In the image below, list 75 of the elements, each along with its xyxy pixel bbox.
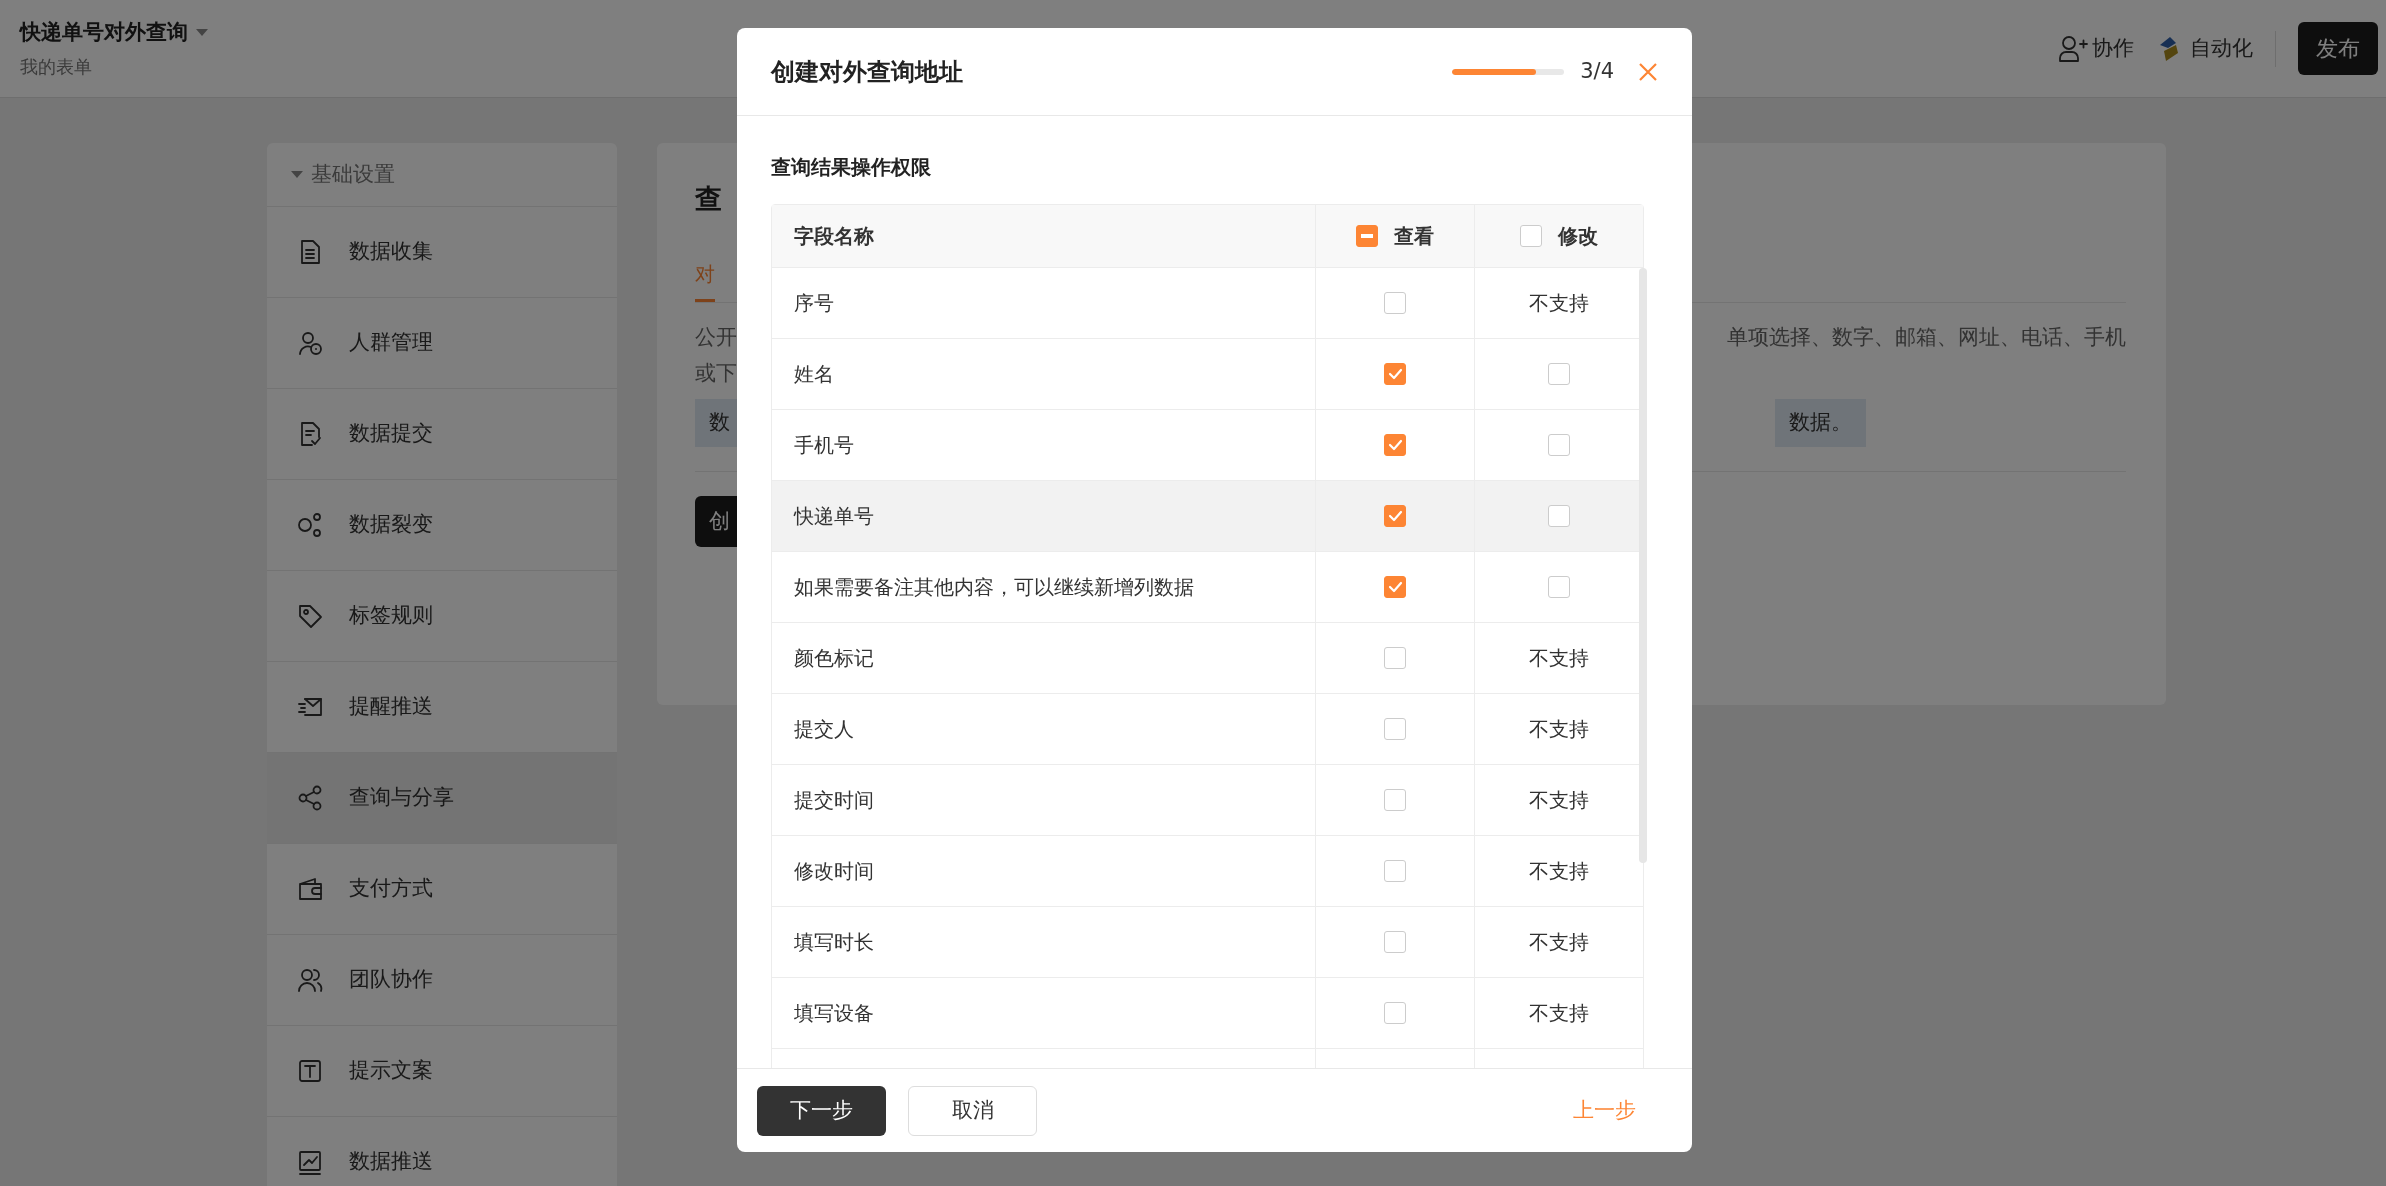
unsupported-label: 不支持 xyxy=(1529,787,1589,814)
checkbox[interactable] xyxy=(1548,576,1570,598)
circles-icon xyxy=(297,512,323,538)
column-header: 查看 xyxy=(1394,223,1434,250)
field-name: 颜色标记 xyxy=(794,645,874,672)
back-link[interactable]: 上一步 xyxy=(1573,1094,1636,1127)
field-name: 提交人 xyxy=(794,716,854,743)
checkbox[interactable] xyxy=(1384,860,1406,882)
field-name: 填写设备 xyxy=(794,1000,874,1027)
tag-icon xyxy=(297,603,323,629)
automation-button[interactable]: 自动化 xyxy=(2156,32,2253,65)
checkbox[interactable] xyxy=(1384,647,1406,669)
checkbox[interactable] xyxy=(1384,434,1406,456)
people-icon xyxy=(297,967,323,993)
header-checkbox[interactable] xyxy=(1356,225,1378,247)
field-name: 如果需要备注其他内容，可以继续新增列数据 xyxy=(794,574,1194,601)
collaborate-button[interactable]: 协作 xyxy=(2058,32,2134,65)
unsupported-label: 不支持 xyxy=(1529,716,1589,743)
check-icon xyxy=(1387,579,1403,595)
page-title: 查 xyxy=(695,183,722,214)
dialog-title: 创建对外查询地址 xyxy=(771,56,963,88)
check-icon xyxy=(1387,508,1403,524)
field-name: 手机号 xyxy=(794,432,854,459)
description-text: 或下 xyxy=(695,360,737,387)
checkbox[interactable] xyxy=(1548,505,1570,527)
field-name: 填写时长 xyxy=(794,929,874,956)
header-checkbox[interactable] xyxy=(1520,225,1542,247)
cancel-button[interactable]: 取消 xyxy=(908,1085,1037,1136)
next-button[interactable]: 下一步 xyxy=(757,1085,886,1136)
unsupported-label: 不支持 xyxy=(1529,645,1589,672)
field-name: 快递单号 xyxy=(794,503,874,530)
check-icon xyxy=(1387,366,1403,382)
unsupported-label: 不支持 xyxy=(1529,290,1589,317)
field-name: 修改时间 xyxy=(794,858,874,885)
checkbox[interactable] xyxy=(1384,718,1406,740)
description-text: 公开 xyxy=(695,324,737,351)
unsupported-label: 不支持 xyxy=(1529,1000,1589,1027)
publish-button[interactable]: 发布 xyxy=(2298,22,2378,75)
minus-icon xyxy=(1361,234,1373,238)
checkbox[interactable] xyxy=(1384,576,1406,598)
checkbox[interactable] xyxy=(1548,363,1570,385)
sidebar-section-title: 基础设置 xyxy=(311,160,395,188)
section-title: 查询结果操作权限 xyxy=(771,154,932,181)
sidebar-item[interactable]: 查询与分享 xyxy=(267,753,617,844)
notice-text: 数据。 xyxy=(1775,399,1866,447)
column-header: 字段名称 xyxy=(794,223,874,250)
add-user-icon xyxy=(2058,34,2088,63)
person-icon xyxy=(297,330,323,356)
unsupported-label: 不支持 xyxy=(1529,858,1589,885)
checkbox[interactable] xyxy=(1384,292,1406,314)
column-header: 修改 xyxy=(1558,223,1598,250)
checkbox[interactable] xyxy=(1384,931,1406,953)
field-name: 提交时间 xyxy=(794,787,874,814)
step-counter: 3/4 xyxy=(1580,57,1614,85)
checkbox[interactable] xyxy=(1548,434,1570,456)
wallet-icon xyxy=(297,876,323,902)
checkbox[interactable] xyxy=(1384,789,1406,811)
form-title: 快递单号对外查询 xyxy=(20,19,188,47)
description-text: 单项选择、数字、邮箱、网址、电话、手机 xyxy=(1727,324,2126,351)
chart-icon xyxy=(297,1149,323,1175)
checkbox[interactable] xyxy=(1384,363,1406,385)
checkbox[interactable] xyxy=(1384,505,1406,527)
dropdown-caret-icon[interactable] xyxy=(196,29,208,37)
form-subtitle: 我的表单 xyxy=(20,54,93,79)
scrollbar[interactable] xyxy=(1639,268,1647,863)
check-icon xyxy=(1387,437,1403,453)
field-name: 序号 xyxy=(794,290,834,317)
caret-icon[interactable] xyxy=(291,170,303,179)
field-name: 姓名 xyxy=(794,361,834,388)
unsupported-label: 不支持 xyxy=(1529,929,1589,956)
close-icon xyxy=(1638,61,1658,82)
close-button[interactable] xyxy=(1638,61,1658,82)
text-icon xyxy=(297,1058,323,1084)
share-icon xyxy=(297,785,323,811)
checkbox[interactable] xyxy=(1384,1002,1406,1024)
